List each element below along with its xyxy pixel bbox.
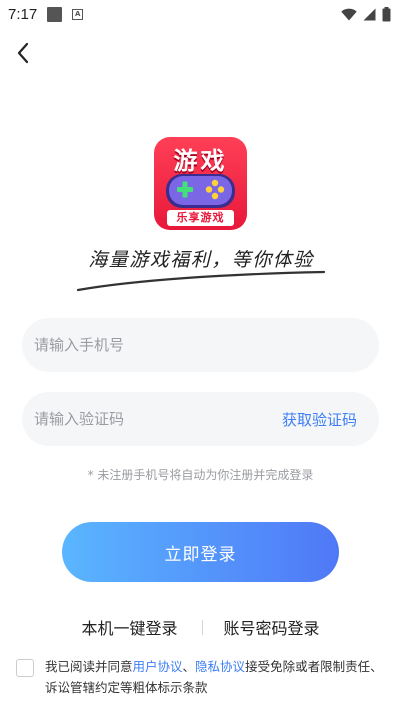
one-click-login-link[interactable]: 本机一键登录 bbox=[81, 615, 177, 639]
user-agreement-link[interactable]: 用户协议 bbox=[133, 659, 183, 674]
login-button[interactable]: 立即登录 bbox=[62, 522, 339, 582]
verification-code-input[interactable] bbox=[34, 410, 282, 428]
back-button[interactable] bbox=[10, 40, 36, 66]
privacy-agreement-link[interactable]: 隐私协议 bbox=[195, 659, 245, 674]
brush-underline bbox=[76, 270, 326, 292]
agreement-text: 我已阅读并同意用户协议、隐私协议接受免除或者限制责任、诉讼管辖约定等粗体标示条款 bbox=[45, 656, 392, 698]
code-field[interactable]: 获取验证码 bbox=[22, 392, 379, 446]
app-logo: 游戏 乐享游戏 bbox=[154, 137, 247, 230]
phone-field[interactable] bbox=[22, 318, 379, 372]
agreement-separator: 、 bbox=[182, 659, 196, 674]
agreement-prefix: 我已阅读并同意 bbox=[45, 659, 133, 674]
wifi-icon bbox=[341, 8, 357, 20]
logo-title: 游戏 bbox=[173, 147, 228, 175]
signal-icon bbox=[363, 8, 376, 20]
agreement-checkbox[interactable] bbox=[16, 659, 34, 677]
a-badge-icon: A bbox=[72, 8, 84, 20]
logo-subtitle: 乐享游戏 bbox=[167, 210, 234, 226]
notification-square-icon bbox=[47, 6, 63, 22]
chevron-left-icon bbox=[17, 42, 29, 64]
slogan-block: 海量游戏福利，等你体验 bbox=[76, 244, 326, 294]
register-hint: * 未注册手机号将自动为你注册并完成登录 bbox=[87, 468, 314, 482]
phone-input[interactable] bbox=[34, 336, 357, 354]
status-indicators bbox=[341, 6, 391, 22]
alt-login-row: 本机一键登录 账号密码登录 bbox=[0, 614, 401, 640]
status-bar: 7:17 A bbox=[0, 0, 401, 28]
divider bbox=[201, 619, 203, 635]
gamepad-icon bbox=[166, 174, 235, 208]
agreement-row: 我已阅读并同意用户协议、隐私协议接受免除或者限制责任、诉讼管辖约定等粗体标示条款 bbox=[16, 656, 392, 698]
password-login-link[interactable]: 账号密码登录 bbox=[224, 615, 320, 639]
battery-icon bbox=[382, 6, 391, 21]
status-time: 7:17 bbox=[8, 5, 38, 23]
get-code-button[interactable]: 获取验证码 bbox=[282, 409, 357, 430]
